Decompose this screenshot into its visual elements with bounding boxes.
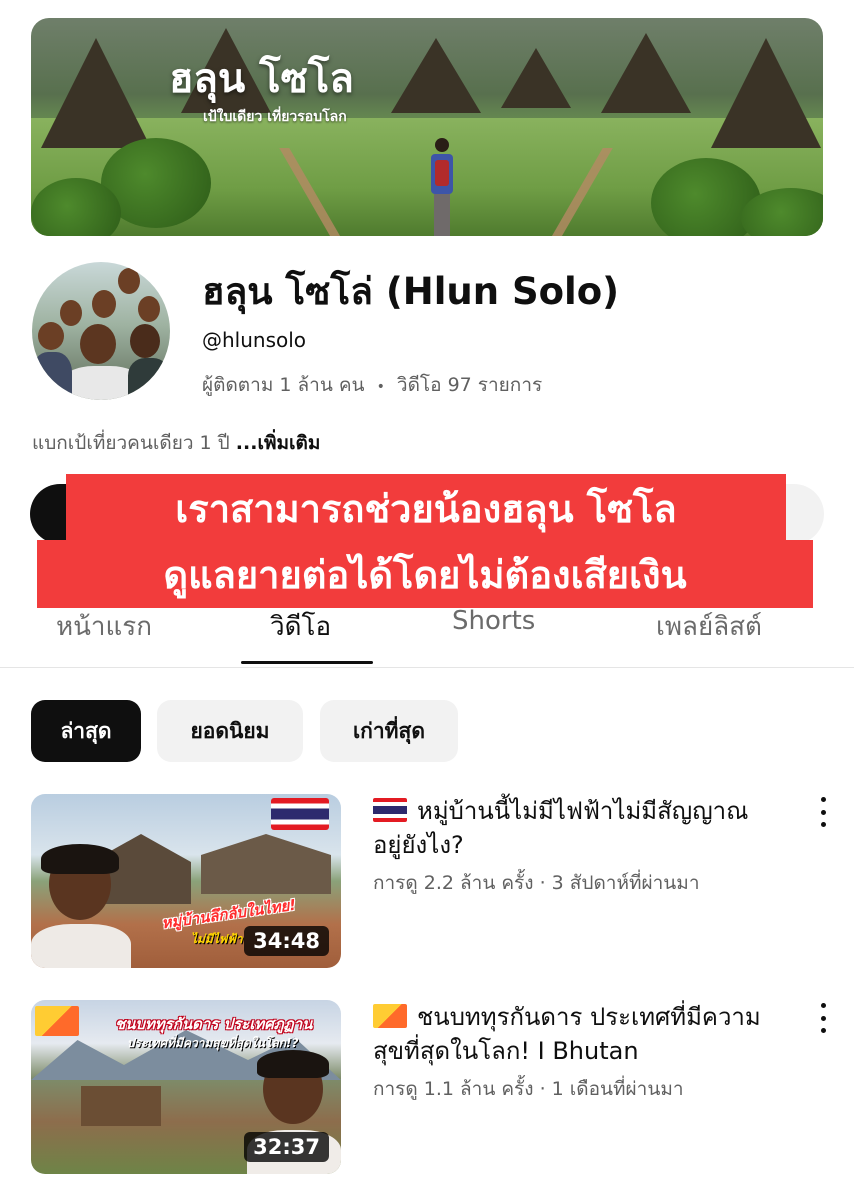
chip-popular[interactable]: ยอดนิยม — [157, 700, 303, 762]
thumbnail-caption: ไม่มีไฟฟ้า — [191, 932, 243, 946]
thailand-flag-icon — [271, 798, 329, 830]
video-title[interactable]: ชนบททุรกันดาร ประเทศที่มีความสุขที่สุดใน… — [373, 1000, 773, 1068]
banner-title: ฮลุน โซโล — [169, 56, 354, 102]
hut-shape — [501, 48, 571, 108]
chip-oldest[interactable]: เก่าที่สุด — [320, 700, 458, 762]
tabs-divider — [0, 667, 854, 668]
video-thumbnail[interactable]: หมู่บ้านลึกลับในไทย! ไม่มีไฟฟ้า 34:48 — [31, 794, 341, 968]
channel-handle: @hlunsolo — [202, 328, 307, 352]
more-link[interactable]: ...เพิ่มเติม — [236, 432, 321, 454]
overlay-caption-line-1: เราสามารถช่วยน้องฮลุน โซโล — [66, 474, 786, 542]
thumbnail-caption: ชนบททุรกันดาร ประเทศภูฏาน — [115, 1015, 313, 1033]
video-meta: การดู 2.2 ล้าน ครั้ง · 3 สัปดาห์ที่ผ่านม… — [373, 872, 700, 894]
subscriber-count: ผู้ติดตาม 1 ล้าน คน — [202, 374, 365, 396]
hut-shape — [711, 38, 821, 148]
hut-shape — [601, 33, 691, 113]
channel-name: ฮลุน โซโล่ (Hlun Solo) — [202, 270, 620, 313]
video-title-text: หมู่บ้านนี้ไม่มีไฟฟ้าไม่มีสัญญาณ อยู่ยัง… — [373, 797, 749, 859]
thumbnail-caption: ประเทศที่มีความสุขที่สุดในโลก!? — [127, 1036, 299, 1050]
bhutan-flag-icon — [35, 1006, 79, 1036]
banner-subtitle: เป้ใบเดียว เที่ยวรอบโลก — [203, 109, 347, 125]
channel-banner: ฮลุน โซโล เป้ใบเดียว เที่ยวรอบโลก — [31, 18, 823, 236]
tab-shorts[interactable]: Shorts — [452, 606, 535, 636]
video-title-text: ชนบททุรกันดาร ประเทศที่มีความสุขที่สุดใน… — [373, 1003, 761, 1065]
bhutan-flag-icon — [373, 1004, 407, 1028]
more-options-icon[interactable] — [814, 797, 832, 827]
channel-description[interactable]: แบกเป้เที่ยวคนเดียว 1 ปี ...เพิ่มเติม — [32, 428, 320, 458]
video-duration: 32:37 — [244, 1132, 329, 1162]
stats-separator: • — [376, 379, 385, 395]
tab-videos[interactable]: วิดีโอ — [270, 606, 331, 647]
hut-shape — [391, 38, 481, 113]
video-title[interactable]: หมู่บ้านนี้ไม่มีไฟฟ้าไม่มีสัญญาณ อยู่ยัง… — [373, 794, 773, 862]
video-thumbnail[interactable]: ชนบททุรกันดาร ประเทศภูฏาน ประเทศที่มีควา… — [31, 1000, 341, 1174]
video-duration: 34:48 — [244, 926, 329, 956]
description-text: แบกเป้เที่ยวคนเดียว 1 ปี — [32, 432, 236, 454]
chip-latest[interactable]: ล่าสุด — [31, 700, 141, 762]
channel-avatar[interactable] — [32, 262, 170, 400]
traveler-figure — [431, 138, 453, 236]
hut-shape — [41, 38, 151, 148]
tab-home[interactable]: หน้าแรก — [56, 606, 152, 647]
overlay-caption-line-2: ดูแลยายต่อได้โดยไม่ต้องเสียเงิน — [37, 540, 813, 608]
active-tab-indicator — [241, 661, 373, 664]
tab-playlists[interactable]: เพลย์ลิสต์ — [656, 606, 762, 647]
channel-stats: ผู้ติดตาม 1 ล้าน คน • วิดีโอ 97 รายการ — [202, 370, 542, 400]
thailand-flag-icon — [373, 798, 407, 822]
video-count: วิดีโอ 97 รายการ — [396, 374, 543, 396]
video-meta: การดู 1.1 ล้าน ครั้ง · 1 เดือนที่ผ่านมา — [373, 1078, 684, 1100]
more-options-icon[interactable] — [814, 1003, 832, 1033]
